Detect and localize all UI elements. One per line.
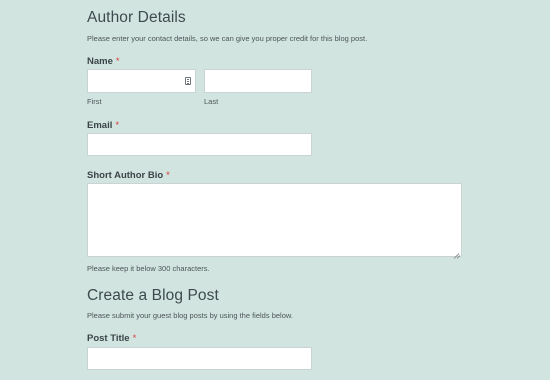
bio-label-text: Short Author Bio	[87, 170, 164, 181]
post-title-input[interactable]	[87, 347, 312, 370]
contact-card-icon[interactable]	[185, 77, 191, 85]
resize-handle-icon[interactable]	[454, 249, 459, 254]
required-asterisk: *	[115, 56, 120, 67]
name-label-text: Name	[87, 56, 113, 67]
name-label: Name *	[87, 56, 120, 67]
required-asterisk: *	[166, 170, 170, 181]
author-details-description: Please enter your contact details, so we…	[87, 34, 368, 43]
required-asterisk: *	[115, 120, 120, 131]
first-name-input[interactable]	[87, 69, 196, 93]
bio-label: Short Author Bio *	[87, 170, 170, 181]
last-name-input[interactable]	[204, 69, 312, 93]
bio-hint: Please keep it below 300 characters.	[87, 264, 210, 273]
create-post-description: Please submit your guest blog posts by u…	[87, 311, 293, 320]
last-name-sublabel: Last	[204, 97, 219, 106]
create-post-heading: Create a Blog Post	[87, 287, 219, 304]
email-label: Email *	[87, 120, 119, 131]
post-title-label-text: Post Title	[87, 333, 130, 344]
post-title-label: Post Title *	[87, 333, 136, 344]
bio-textarea[interactable]	[87, 183, 462, 257]
required-asterisk: *	[132, 333, 137, 344]
email-input[interactable]	[87, 133, 312, 156]
author-details-heading: Author Details	[87, 9, 186, 26]
email-label-text: Email	[87, 120, 113, 131]
first-name-sublabel: First	[87, 97, 102, 106]
